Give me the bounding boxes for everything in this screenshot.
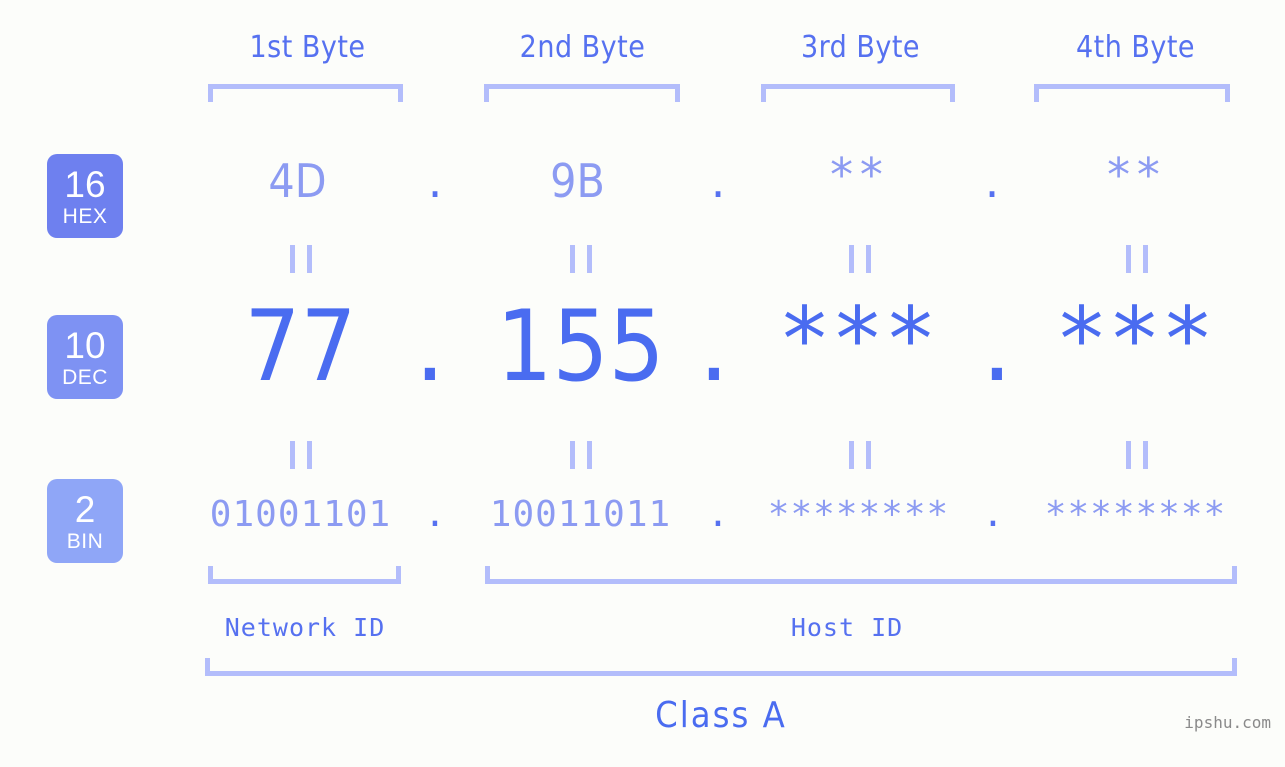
- equality-mark-dec-bin-1: [290, 441, 312, 469]
- radix-badge-bin-label: BIN: [66, 529, 104, 553]
- dec-byte-1-value: 77: [244, 290, 357, 404]
- radix-badge-dec-number: 10: [64, 324, 106, 366]
- radix-badge-dec: 10 DEC: [47, 315, 123, 399]
- host-id-label: Host ID: [790, 613, 904, 642]
- hex-separator-1: .: [427, 154, 443, 208]
- radix-badge-hex: 16 HEX: [47, 154, 123, 238]
- equality-mark-hex-dec-4: [1126, 245, 1148, 273]
- byte-header-3: 3rd Byte: [800, 30, 921, 65]
- hex-byte-4-value: **: [1104, 148, 1165, 202]
- byte-bracket-1: [208, 84, 403, 102]
- dec-separator-1: .: [414, 290, 446, 404]
- bin-byte-4-value: ********: [1044, 494, 1227, 535]
- dec-separator-3: .: [981, 290, 1013, 404]
- byte-header-4: 4th Byte: [1075, 30, 1196, 65]
- hex-byte-2-value: 9B: [550, 154, 605, 208]
- radix-badge-hex-number: 16: [64, 163, 106, 205]
- radix-badge-bin-number: 2: [74, 488, 96, 530]
- network-id-label: Network ID: [224, 613, 386, 642]
- equality-mark-hex-dec-2: [570, 245, 592, 273]
- byte-bracket-3: [761, 84, 955, 102]
- bin-byte-2-value: 10011011: [489, 494, 672, 535]
- equality-mark-dec-bin-3: [849, 441, 871, 469]
- bin-byte-3-value: ********: [767, 494, 950, 535]
- byte-bracket-2: [484, 84, 680, 102]
- class-bracket: [205, 658, 1237, 676]
- class-label: Class A: [655, 695, 787, 736]
- equality-mark-dec-bin-4: [1126, 441, 1148, 469]
- host-id-bracket: [485, 566, 1237, 584]
- equality-mark-hex-dec-1: [290, 245, 312, 273]
- hex-byte-3-value: **: [827, 148, 888, 202]
- byte-bracket-4: [1034, 84, 1230, 102]
- dec-byte-2-value: 155: [496, 290, 665, 404]
- dec-separator-2: .: [698, 290, 730, 404]
- byte-header-1: 1st Byte: [249, 30, 366, 65]
- hex-separator-2: .: [710, 154, 726, 208]
- dec-byte-3-value: ***: [778, 288, 937, 391]
- radix-badge-dec-label: DEC: [62, 365, 108, 389]
- radix-badge-hex-label: HEX: [62, 204, 108, 228]
- equality-mark-dec-bin-2: [570, 441, 592, 469]
- bin-separator-3: .: [982, 494, 1004, 535]
- network-id-bracket: [208, 566, 401, 584]
- bin-byte-1-value: 01001101: [209, 494, 392, 535]
- hex-separator-3: .: [984, 154, 1000, 208]
- ip-address-breakdown-diagram: 1st Byte 2nd Byte 3rd Byte 4th Byte 16 H…: [0, 0, 1285, 767]
- site-watermark: ipshu.com: [1184, 713, 1271, 732]
- byte-header-2: 2nd Byte: [519, 30, 646, 65]
- bin-separator-1: .: [424, 494, 446, 535]
- radix-badge-bin: 2 BIN: [47, 479, 123, 563]
- dec-byte-4-value: ***: [1055, 288, 1214, 391]
- hex-byte-1-value: 4D: [268, 154, 327, 208]
- equality-mark-hex-dec-3: [849, 245, 871, 273]
- bin-separator-2: .: [707, 494, 729, 535]
